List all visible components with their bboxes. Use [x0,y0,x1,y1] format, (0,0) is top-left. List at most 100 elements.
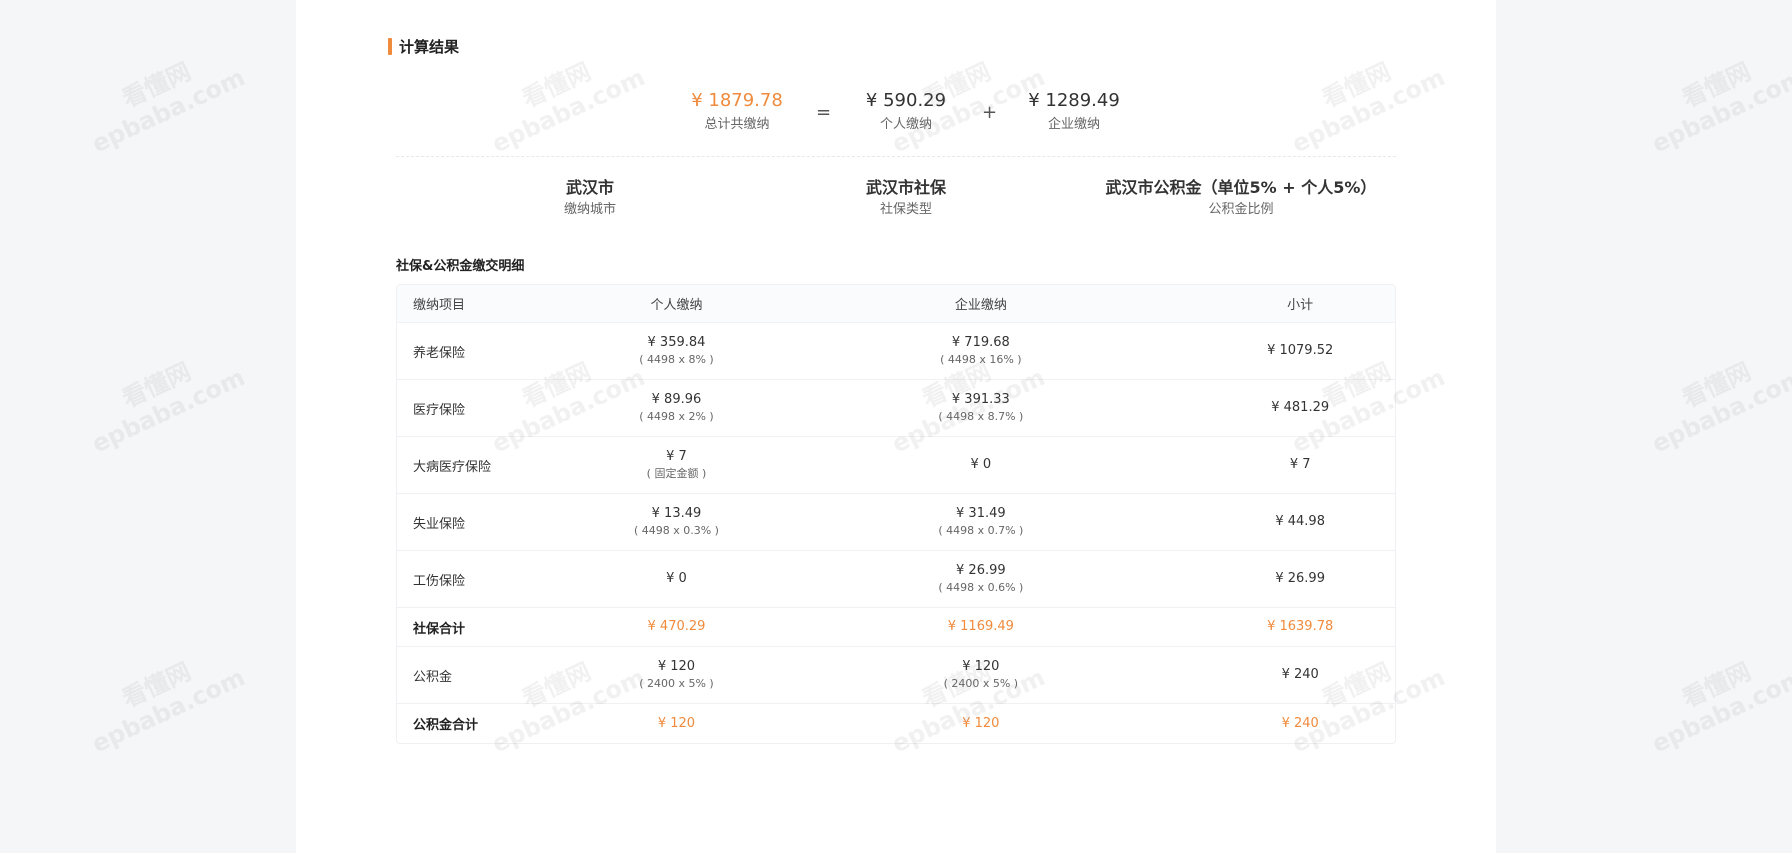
personal-cell: ¥ 470.29 [597,618,757,636]
personal-cell: ¥ 0 [597,570,757,588]
item-name: 养老保险 [413,345,466,361]
subtotal-amount: ¥ 26.99 [1275,571,1325,586]
fund-label: 公积金比例 [1208,202,1274,217]
type-value: 武汉市社保 [865,178,946,197]
subtotal-cell: ¥ 26.99 [1205,570,1395,588]
company-amount: ¥ 120 [962,659,1000,674]
company-formula: ( 4498 x 0.7% ) [938,524,1024,537]
company-cell: ¥ 120 [756,715,1205,733]
watermark: 看懂网epbaba.com [87,657,250,759]
subtotal-cell: ¥ 1639.78 [1205,618,1395,636]
detail-table: 缴纳项目 个人缴纳 企业缴纳 小计 养老保险 ¥ 359.84 ( 4498 x… [396,284,1396,744]
company-cell: ¥ 391.33 ( 4498 x 8.7% ) [756,391,1205,425]
header-personal: 个人缴纳 [650,298,703,313]
header-company: 企业缴纳 [954,298,1007,313]
company-amount: ¥ 26.99 [956,563,1006,578]
subtotal-cell: ¥ 240 [1205,666,1395,684]
company-cell: ¥ 120 ( 2400 x 5% ) [756,658,1205,692]
personal-formula: ( 4498 x 8% ) [639,353,714,366]
watermark: 看懂网epbaba.com [1647,657,1792,759]
personal-amount: ¥ 13.49 [651,506,702,521]
detail-title: 社保&公积金缴交明细 [396,259,525,274]
social-total-personal: ¥ 470.29 [647,619,706,634]
fund-total-row: 公积金合计 ¥ 120 ¥ 120 ¥ 240 [397,704,1395,743]
subtotal-amount: ¥ 240 [1281,667,1319,682]
watermark: 看懂网epbaba.com [87,57,250,159]
info-row: 武汉市 缴纳城市 武汉市社保 社保类型 武汉市公积金（单位5% + 个人5%） … [296,176,1496,226]
city-value: 武汉市 [565,178,614,197]
company-cell: ¥ 719.68 ( 4498 x 16% ) [756,334,1205,368]
total-summary: ¥ 1879.78 总计共缴纳 [657,88,817,136]
personal-cell: ¥ 120 ( 2400 x 5% ) [597,658,757,692]
section-title-text: 计算结果 [399,38,460,56]
company-value: ¥ 1289.49 [1028,90,1120,111]
company-cell: ¥ 1169.49 [756,618,1205,636]
table-header-row: 缴纳项目 个人缴纳 企业缴纳 小计 [397,285,1395,323]
personal-cell: ¥ 13.49 ( 4498 x 0.3% ) [597,505,757,539]
social-total-row: 社保合计 ¥ 470.29 ¥ 1169.49 ¥ 1639.78 [397,608,1395,647]
fund-total-name: 公积金合计 [413,718,479,733]
fund-total-subtotal: ¥ 240 [1281,715,1319,731]
company-formula: ( 4498 x 0.6% ) [938,581,1024,594]
personal-formula: ( 4498 x 2% ) [639,410,714,423]
type-info: 武汉市社保 社保类型 [806,176,1006,220]
fund-row: 公积金 ¥ 120 ( 2400 x 5% ) ¥ 120 ( 2400 x 5… [397,647,1395,704]
company-amount: ¥ 391.33 [951,392,1010,407]
company-formula: ( 4498 x 8.7% ) [938,410,1024,423]
company-cell: ¥ 0 [756,456,1205,474]
subtotal-cell: ¥ 7 [1205,456,1395,474]
personal-formula: ( 4498 x 0.3% ) [633,524,719,537]
subtotal-cell: ¥ 240 [1205,715,1395,733]
personal-amount: ¥ 120 [657,659,696,674]
type-label: 社保类型 [879,202,932,217]
company-summary: ¥ 1289.49 企业缴纳 [994,88,1154,136]
table-row: 工伤保险 ¥ 0 ¥ 26.99 ( 4498 x 0.6% ) ¥ 26.99 [397,551,1395,608]
item-name: 工伤保险 [413,573,466,589]
social-total-subtotal: ¥ 1639.78 [1267,619,1334,634]
personal-amount: ¥ 89.96 [651,392,702,407]
total-label: 总计共缴纳 [704,117,770,132]
item-name: 公积金 [413,669,453,685]
total-value: ¥ 1879.78 [691,90,783,111]
subtotal-amount: ¥ 481.29 [1271,400,1330,415]
city-label: 缴纳城市 [563,202,616,217]
item-name: 医疗保险 [413,402,466,418]
company-amount: ¥ 719.68 [951,335,1010,350]
personal-formula: ( 固定金额 ) [646,467,707,480]
header-item: 缴纳项目 [413,298,466,313]
social-total-name: 社保合计 [413,621,466,637]
summary-row: ¥ 1879.78 总计共缴纳 = ¥ 590.29 个人缴纳 + ¥ 1289… [296,88,1496,144]
watermark: 看懂网epbaba.com [87,357,250,459]
personal-cell: ¥ 7 ( 固定金额 ) [597,448,757,482]
header-subtotal: 小计 [1287,298,1314,313]
city-info: 武汉市 缴纳城市 [490,176,690,220]
page-card: 计算结果 ¥ 1879.78 总计共缴纳 = ¥ 590.29 个人缴纳 + ¥… [296,0,1496,853]
table-row: 养老保险 ¥ 359.84 ( 4498 x 8% ) ¥ 719.68 ( 4… [397,323,1395,380]
personal-label: 个人缴纳 [879,117,932,132]
table-row: 失业保险 ¥ 13.49 ( 4498 x 0.3% ) ¥ 31.49 ( 4… [397,494,1395,551]
fund-info: 武汉市公积金（单位5% + 个人5%） 公积金比例 [1096,176,1386,220]
social-total-company: ¥ 1169.49 [947,619,1014,634]
subtotal-amount: ¥ 44.98 [1275,514,1325,529]
company-amount: ¥ 31.49 [956,506,1006,521]
personal-amount: ¥ 359.84 [647,335,706,350]
fund-value: 武汉市公积金（单位5% + 个人5%） [1105,178,1377,197]
personal-amount: ¥ 0 [666,571,687,586]
company-formula: ( 2400 x 5% ) [943,677,1019,690]
company-label: 企业缴纳 [1047,117,1100,132]
watermark: 看懂网epbaba.com [1647,357,1792,459]
subtotal-cell: ¥ 44.98 [1205,513,1395,531]
section-title: 计算结果 [388,36,459,57]
item-name: 失业保险 [413,516,466,532]
personal-formula: ( 2400 x 5% ) [639,677,714,690]
summary-divider [396,156,1396,157]
subtotal-cell: ¥ 481.29 [1205,399,1395,417]
subtotal-amount: ¥ 7 [1289,457,1311,472]
company-cell: ¥ 26.99 ( 4498 x 0.6% ) [756,562,1205,596]
personal-amount: ¥ 7 [666,449,687,464]
item-name: 大病医疗保险 [413,459,492,475]
subtotal-amount: ¥ 1079.52 [1267,343,1334,358]
personal-summary: ¥ 590.29 个人缴纳 [826,88,986,136]
company-formula: ( 4498 x 16% ) [940,353,1022,366]
watermark: 看懂网epbaba.com [1647,57,1792,159]
